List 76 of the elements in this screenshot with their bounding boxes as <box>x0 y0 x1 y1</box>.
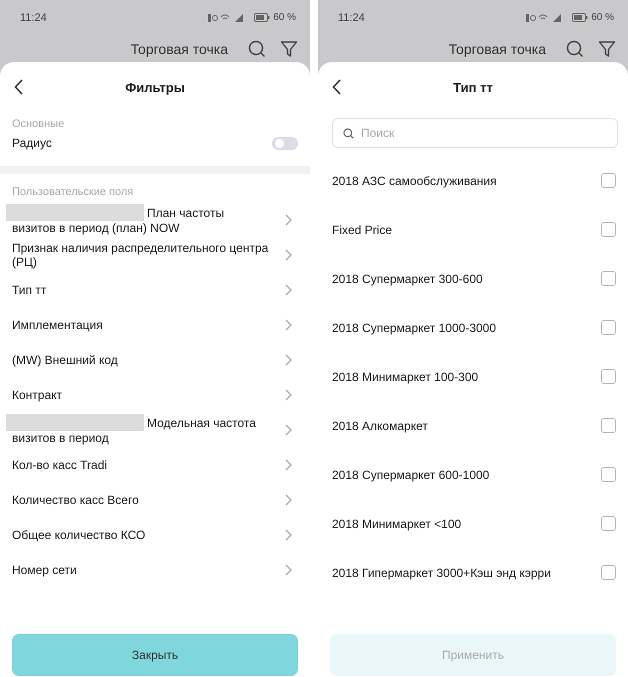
chevron-icon <box>285 214 292 226</box>
filter-item[interactable]: Кол-во касс Tradi <box>12 447 298 482</box>
chevron-icon <box>285 528 292 540</box>
filter-label: визитов в период (план) NOW <box>12 221 180 235</box>
battery-icon <box>572 13 588 22</box>
filter-item[interactable]: Общее количество КСО <box>12 517 298 552</box>
sheet-title: Тип тт <box>453 80 493 94</box>
option-label: 2018 Супермаркет 1000-3000 <box>332 320 496 334</box>
option-label: 2018 Гипермаркет 3000+Кэш энд кэрри <box>332 566 551 580</box>
filter-item[interactable]: Номер сети <box>12 552 298 587</box>
chevron-icon <box>285 458 292 470</box>
filter-item[interactable]: (MW) Внешний код <box>12 342 298 377</box>
search-field[interactable]: Поиск <box>332 118 618 148</box>
filter-label: Общее количество КСО <box>12 528 146 542</box>
filter-label: (MW) Внешний код <box>12 352 118 366</box>
close-button[interactable]: Закрыть <box>12 634 298 676</box>
filter-item[interactable]: Признак наличия распределительного центра (РЦ) <box>12 237 298 272</box>
option-label: Fixed Price <box>332 222 392 236</box>
toggle-label: Радиус <box>12 136 52 150</box>
status-time: 11:24 <box>20 12 47 24</box>
filter-item[interactable]: Модельная частота визитов в период <box>12 412 298 447</box>
filter-item[interactable]: Тип тт <box>12 272 298 307</box>
filter-icon[interactable] <box>280 40 298 58</box>
filter-label: Номер сети <box>12 562 77 576</box>
checkbox[interactable] <box>601 173 616 188</box>
battery-percent: 60 % <box>273 12 296 23</box>
back-icon[interactable] <box>332 79 342 95</box>
chevron-icon <box>285 388 292 400</box>
filter-label: Модельная частота <box>147 416 256 430</box>
filter-label: Кол-во касс Tradi <box>12 458 108 472</box>
checkbox[interactable] <box>601 418 616 433</box>
filter-item[interactable]: Имплементация <box>12 307 298 342</box>
chevron-icon <box>285 424 292 436</box>
filter-label: Имплементация <box>12 318 103 332</box>
filter-item[interactable]: План частоты визитов в период (план) NOW <box>12 202 298 237</box>
status-time: 11:24 <box>338 12 365 24</box>
option-label: 2018 Супермаркет 300-600 <box>332 272 483 286</box>
filter-label: визитов в период <box>12 431 110 445</box>
option-label: 2018 Минимаркет <100 <box>332 516 462 530</box>
filter-label: Тип тт <box>12 282 46 296</box>
back-icon[interactable] <box>14 79 24 95</box>
section-heading: Основные <box>12 117 66 130</box>
search-icon <box>343 128 354 139</box>
filter-label: Контракт <box>12 388 62 402</box>
checkbox[interactable] <box>601 516 616 531</box>
checkbox[interactable] <box>601 369 616 384</box>
chevron-icon <box>285 318 292 330</box>
app-title: Торговая точка <box>448 40 546 56</box>
checkbox[interactable] <box>601 320 616 335</box>
search-icon[interactable] <box>248 40 266 58</box>
battery-icon <box>254 13 270 22</box>
chevron-icon <box>285 494 292 506</box>
checkbox[interactable] <box>601 467 616 482</box>
checkbox[interactable] <box>601 565 616 580</box>
chevron-icon <box>285 248 292 260</box>
radius-toggle[interactable] <box>272 136 298 150</box>
app-title: Торговая точка <box>130 40 228 56</box>
section-heading: Пользовательские поля <box>12 185 134 200</box>
chevron-icon <box>285 354 292 366</box>
battery-percent: 60 % <box>591 12 614 23</box>
option-label: 2018 Супермаркет 600-1000 <box>332 468 490 482</box>
chevron-icon <box>285 284 292 296</box>
checkbox[interactable] <box>601 222 616 237</box>
filter-label: Признак наличия распределительного центра (РЦ) <box>12 240 270 268</box>
filter-label: План частоты <box>147 206 224 220</box>
filter-icon[interactable] <box>598 40 616 58</box>
option-label: 2018 Алкомаркет <box>332 418 428 432</box>
option-label: 2018 АЗС самообслуживания <box>332 174 497 188</box>
checkbox[interactable] <box>601 271 616 286</box>
filter-item[interactable]: Количество касс Всего <box>12 482 298 517</box>
filter-item[interactable]: Контракт <box>12 377 298 412</box>
filter-label: Количество касс Всего <box>12 492 139 506</box>
option-label: 2018 Минимаркет 100-300 <box>332 370 478 384</box>
search-icon[interactable] <box>566 40 584 58</box>
sheet-title: Фильтры <box>125 80 185 94</box>
chevron-icon <box>285 564 292 576</box>
